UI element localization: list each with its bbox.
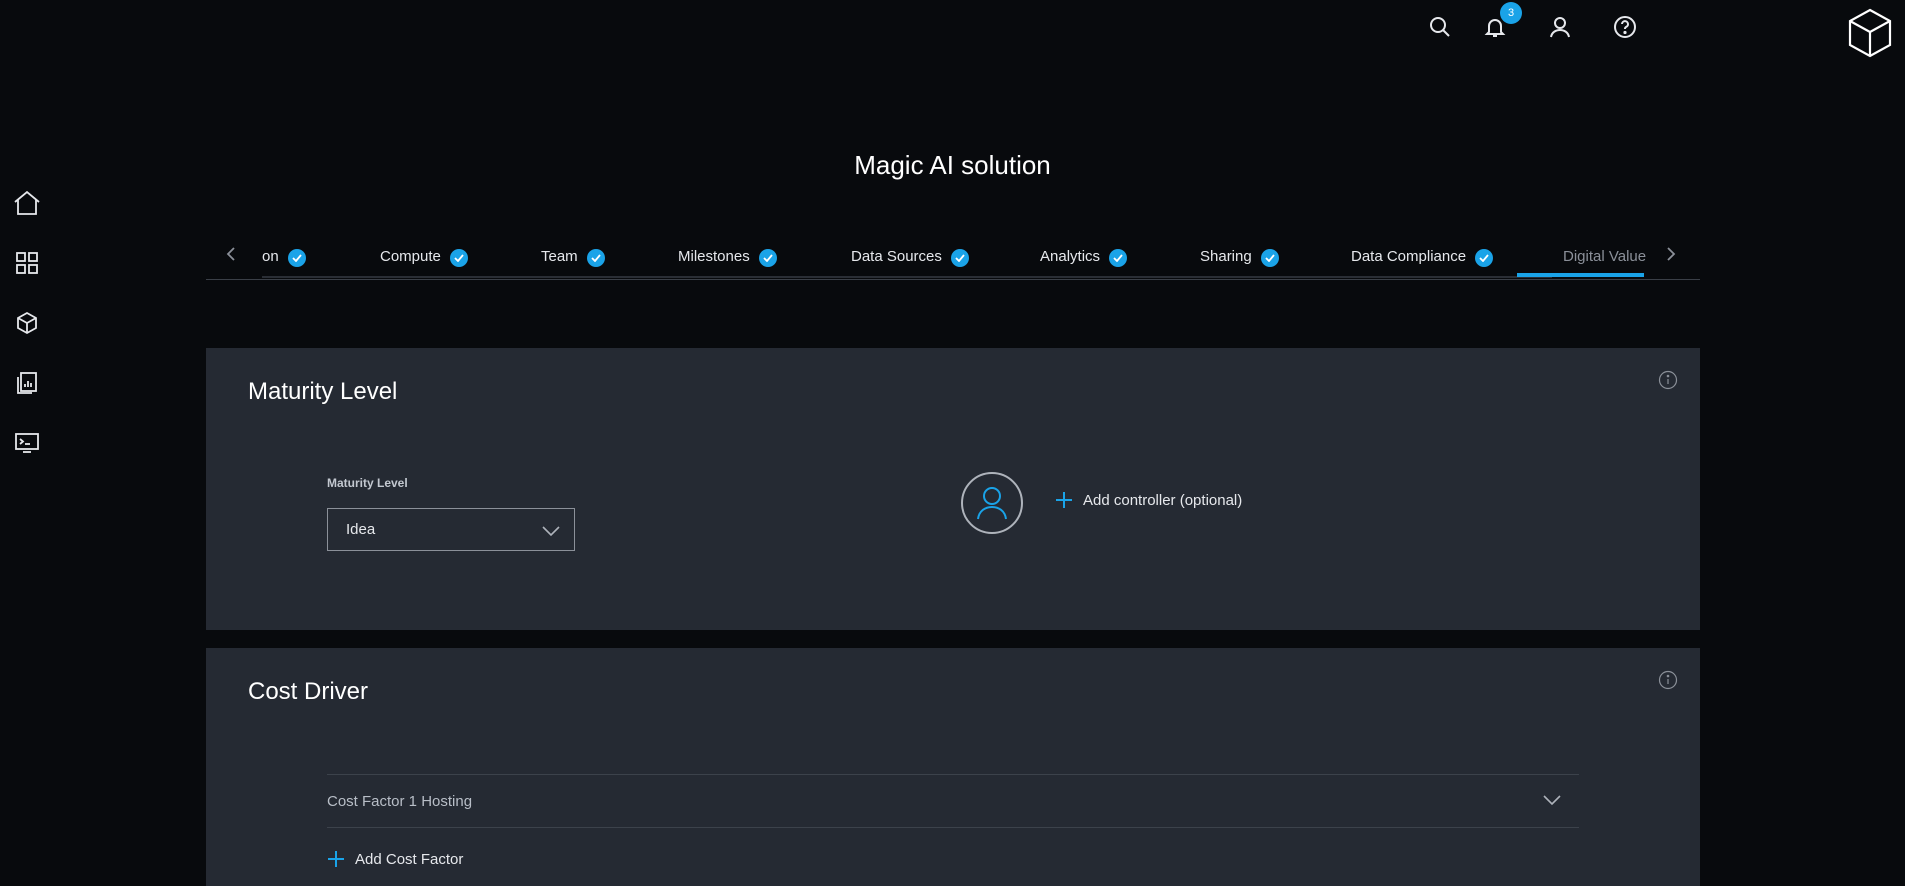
tab-label: on [262,247,279,265]
chevron-down-icon [1543,793,1561,811]
divider [327,827,1579,828]
tab-label: Compute [380,247,441,265]
tab-label: Analytics [1040,247,1101,265]
maturity-field-label: Maturity Level [327,476,408,490]
maturity-card-title: Maturity Level [248,378,398,405]
maturity-selected-value: Idea [346,521,376,538]
help-icon[interactable] [1610,12,1640,42]
step-tabs: on Compute Team Milestones Data Sources … [206,228,1700,280]
check-icon [1475,249,1494,267]
plus-icon [1056,492,1072,508]
notifications-button[interactable]: 3 [1480,2,1522,42]
tab-data-compliance[interactable]: Data Compliance [1351,242,1494,270]
tab-label: Milestones [678,247,750,265]
search-icon[interactable] [1425,12,1455,42]
check-icon [1109,249,1128,267]
tab-track [262,276,1552,278]
add-cost-factor-button[interactable]: Add Cost Factor [327,850,463,868]
info-icon[interactable] [1658,670,1678,690]
tab-label: Data Compliance [1351,247,1467,265]
chevron-left-icon [226,247,235,261]
tab-compute[interactable]: Compute [380,242,468,270]
check-icon [950,249,969,267]
add-cost-factor-label: Add Cost Factor [355,850,464,868]
tab-digital-value[interactable]: Digital Value [1563,242,1646,270]
tabs-next-button[interactable] [1661,242,1681,266]
tab-analytics[interactable]: Analytics [1040,242,1128,270]
grid-icon[interactable] [12,248,42,278]
reports-icon[interactable] [12,368,42,398]
check-icon [586,249,605,267]
tab-team[interactable]: Team [541,242,605,270]
check-icon [449,249,468,267]
cost-card-title: Cost Driver [248,678,369,705]
cube-icon[interactable] [12,308,42,338]
top-bar: 3 [0,0,1905,60]
tab-information[interactable]: on [262,242,306,270]
tab-data-sources[interactable]: Data Sources [851,242,969,270]
cost-factor-accordion[interactable]: Cost Factor 1 Hosting [327,775,1579,827]
tab-milestones[interactable]: Milestones [678,242,777,270]
info-icon[interactable] [1658,370,1678,390]
tab-label: Data Sources [851,247,942,265]
controller-avatar-icon [961,472,1023,534]
tab-label: Digital Value [1563,247,1647,265]
check-icon [287,249,306,267]
tab-sharing[interactable]: Sharing [1200,242,1279,270]
tab-label: Team [541,247,578,265]
page-title: Magic AI solution [854,150,1051,180]
chevron-right-icon [1667,247,1676,261]
add-controller-label: Add controller (optional) [1083,491,1243,509]
notification-badge: 3 [1500,2,1522,24]
user-icon[interactable] [1545,12,1575,42]
tab-label: Sharing [1200,247,1252,265]
active-tab-indicator [1517,273,1644,277]
chevron-down-icon [542,521,560,543]
plus-icon [328,851,344,867]
cube-logo-icon[interactable] [1847,8,1893,58]
maturity-level-card: Maturity Level Maturity Level Idea Add c… [206,348,1700,630]
check-icon [758,249,777,267]
terminal-icon[interactable] [12,428,42,458]
cost-driver-card: Cost Driver Cost Factor 1 Hosting Add Co… [206,648,1700,886]
check-icon [1260,249,1279,267]
add-controller-button[interactable]: Add controller (optional) [1055,491,1242,509]
home-icon[interactable] [12,188,42,218]
maturity-level-select[interactable]: Idea [327,508,575,551]
cost-factor-label: Cost Factor 1 Hosting [327,792,473,810]
tabs-prev-button[interactable] [221,242,241,266]
